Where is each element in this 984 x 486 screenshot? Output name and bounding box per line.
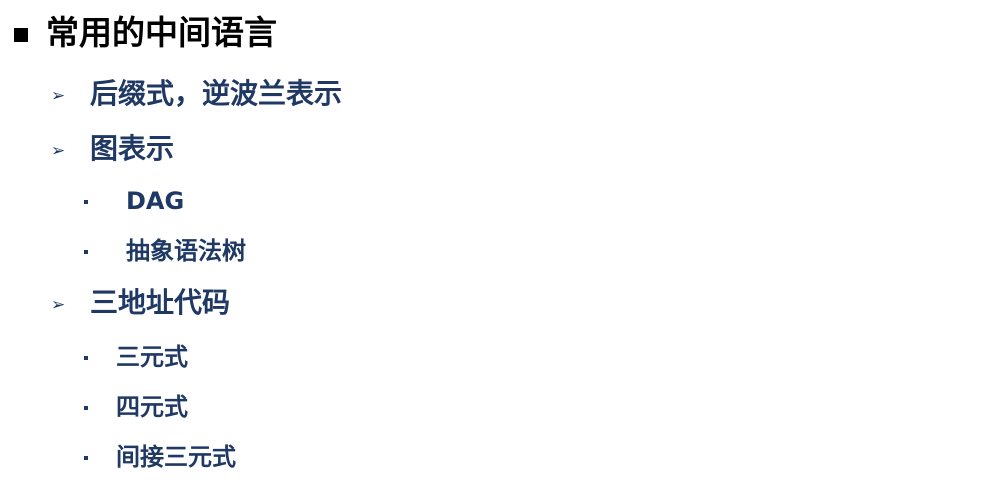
dot-bullet-icon (84, 250, 88, 254)
sub-list-item-text: 三元式 (116, 343, 188, 371)
list-item-text: 后缀式，逆波兰表示 (90, 77, 343, 110)
dot-bullet-icon (84, 406, 88, 410)
dot-bullet-icon (84, 356, 88, 360)
dot-bullet-icon (84, 200, 88, 204)
heading-text: 常用的中间语言 (46, 13, 277, 52)
arrowhead-bullet-icon: ➢ (51, 86, 66, 106)
sub-list-item-text: 抽象语法树 (126, 237, 246, 265)
list-item-text: 图表示 (90, 132, 175, 165)
sub-list-item-text: 四元式 (116, 393, 188, 421)
dot-bullet-icon (84, 456, 88, 460)
arrowhead-bullet-icon: ➢ (51, 295, 66, 315)
list-item-text: 三地址代码 (90, 286, 231, 319)
sub-list-item-text: 间接三元式 (116, 443, 236, 471)
sub-list-item-text: DAG (126, 187, 185, 215)
arrowhead-bullet-icon: ➢ (51, 141, 66, 161)
square-bullet-icon (14, 28, 28, 42)
